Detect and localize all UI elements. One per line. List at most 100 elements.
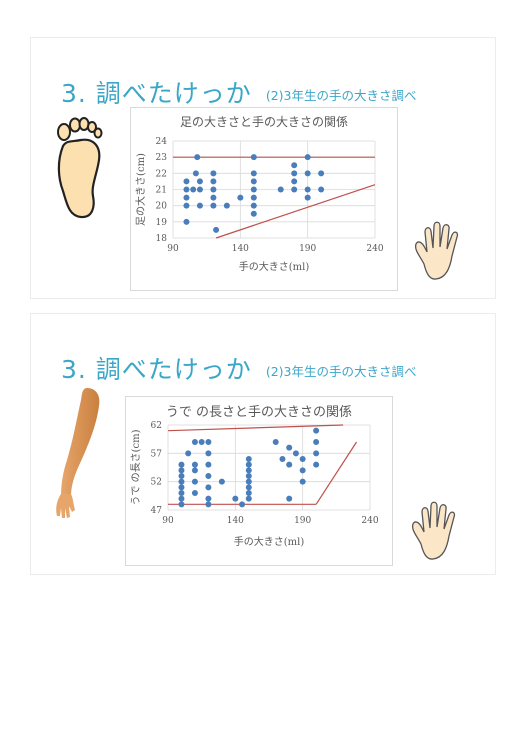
x-tick-label: 240 bbox=[361, 516, 378, 526]
data-point bbox=[277, 186, 284, 193]
data-point bbox=[245, 495, 252, 502]
y-tick-label: 57 bbox=[151, 449, 163, 459]
data-point bbox=[194, 154, 201, 161]
data-point bbox=[232, 495, 239, 502]
data-point bbox=[313, 439, 320, 445]
data-point bbox=[191, 478, 198, 485]
data-point bbox=[304, 154, 311, 161]
data-point bbox=[245, 478, 252, 485]
data-point bbox=[198, 439, 205, 445]
data-point bbox=[245, 456, 252, 462]
y-tick-label: 18 bbox=[156, 234, 168, 244]
data-point bbox=[178, 495, 185, 502]
data-point bbox=[318, 170, 325, 177]
slide-2: 3. 調べたけっか (2)3年生の手の大きさ調べ うで の長さと手の大きさの関係 4… bbox=[30, 313, 496, 575]
slide-subtitle: (2)3年生の手の大きさ調べ bbox=[265, 364, 417, 379]
data-point bbox=[245, 461, 252, 468]
data-point bbox=[183, 186, 190, 193]
slide-title: 3. 調べたけっか (2)3年生の手の大きさ調べ bbox=[61, 350, 416, 386]
y-tick-label: 21 bbox=[156, 186, 167, 196]
data-point bbox=[299, 478, 306, 485]
x-axis-label: 手の大きさ(ml) bbox=[239, 260, 310, 273]
data-point bbox=[299, 467, 306, 474]
y-tick-label: 24 bbox=[156, 137, 168, 147]
data-point bbox=[313, 427, 320, 434]
data-point bbox=[191, 439, 198, 445]
chart-title: うで の長さと手の大きさの関係 bbox=[166, 405, 352, 420]
data-point bbox=[250, 194, 257, 201]
data-point bbox=[192, 170, 199, 177]
data-point bbox=[178, 473, 185, 479]
data-point bbox=[213, 226, 220, 233]
y-tick-label: 62 bbox=[151, 421, 162, 431]
data-point bbox=[190, 186, 197, 193]
data-point bbox=[250, 186, 257, 193]
data-point bbox=[313, 450, 320, 457]
y-axis-label: うで の長さ(cm) bbox=[130, 429, 142, 505]
open-hand-icon bbox=[407, 500, 469, 564]
data-point bbox=[250, 210, 257, 217]
data-point bbox=[205, 450, 212, 457]
data-point bbox=[299, 456, 306, 462]
data-point bbox=[291, 186, 298, 193]
data-point bbox=[250, 202, 257, 209]
data-point bbox=[250, 178, 257, 185]
arm-icon bbox=[51, 384, 111, 524]
chart-title: 足の大きさと手の大きさの関係 bbox=[180, 115, 348, 129]
data-point bbox=[178, 478, 185, 485]
y-tick-label: 47 bbox=[151, 506, 163, 516]
data-point bbox=[178, 467, 185, 474]
data-point bbox=[191, 461, 198, 468]
data-point bbox=[210, 186, 217, 193]
data-point bbox=[304, 170, 311, 177]
open-hand-icon bbox=[410, 220, 472, 284]
data-point bbox=[210, 178, 217, 185]
data-point bbox=[183, 218, 190, 225]
x-tick-label: 190 bbox=[299, 244, 316, 254]
data-point bbox=[291, 170, 298, 177]
data-point bbox=[245, 473, 252, 479]
slide-1: 3. 調べたけっか (2)3年生の手の大きさ調べ 足の大きさと手の大きさの関係 18… bbox=[30, 37, 496, 299]
data-point bbox=[205, 495, 212, 502]
x-tick-label: 140 bbox=[232, 244, 249, 254]
data-point bbox=[205, 484, 212, 491]
y-tick-label: 19 bbox=[156, 218, 168, 228]
data-point bbox=[313, 461, 320, 468]
data-point bbox=[250, 154, 257, 161]
x-tick-label: 90 bbox=[167, 244, 179, 254]
data-point bbox=[245, 490, 252, 496]
data-point bbox=[292, 450, 299, 457]
data-point bbox=[178, 501, 185, 508]
x-axis-label: 手の大きさ(ml) bbox=[234, 535, 305, 548]
data-point bbox=[304, 186, 311, 193]
data-point bbox=[286, 444, 293, 451]
data-point bbox=[191, 467, 198, 474]
data-point bbox=[185, 450, 192, 457]
data-point bbox=[304, 194, 311, 201]
x-tick-label: 190 bbox=[294, 516, 311, 526]
data-point bbox=[210, 194, 217, 201]
data-point bbox=[272, 439, 279, 445]
data-point bbox=[205, 439, 212, 445]
data-point bbox=[318, 186, 325, 193]
slide-title-main: 3. 調べたけっか bbox=[61, 79, 252, 108]
data-point bbox=[178, 484, 185, 491]
data-point bbox=[291, 178, 298, 185]
data-point bbox=[191, 490, 198, 496]
data-point bbox=[205, 461, 212, 468]
y-tick-label: 22 bbox=[156, 169, 167, 179]
x-tick-label: 240 bbox=[366, 244, 383, 254]
chart-arm-vs-hand: うで の長さと手の大きさの関係 47 52 57 62 90 140 190 240 手の大きさ(… bbox=[125, 396, 393, 566]
data-point bbox=[183, 194, 190, 201]
data-point bbox=[218, 478, 225, 485]
data-point bbox=[196, 178, 203, 185]
data-point bbox=[210, 170, 217, 177]
data-point bbox=[245, 467, 252, 474]
data-point bbox=[183, 178, 190, 185]
data-point bbox=[245, 484, 252, 491]
y-axis-label: 足の大きさ(cm) bbox=[134, 153, 147, 226]
y-tick-label: 20 bbox=[156, 202, 168, 212]
chart-foot-vs-hand: 足の大きさと手の大きさの関係 18 19 20 21 22 23 24 90 140 190 240 手… bbox=[130, 107, 398, 291]
trend-line bbox=[315, 441, 358, 505]
slide-title: 3. 調べたけっか (2)3年生の手の大きさ調べ bbox=[61, 74, 416, 110]
